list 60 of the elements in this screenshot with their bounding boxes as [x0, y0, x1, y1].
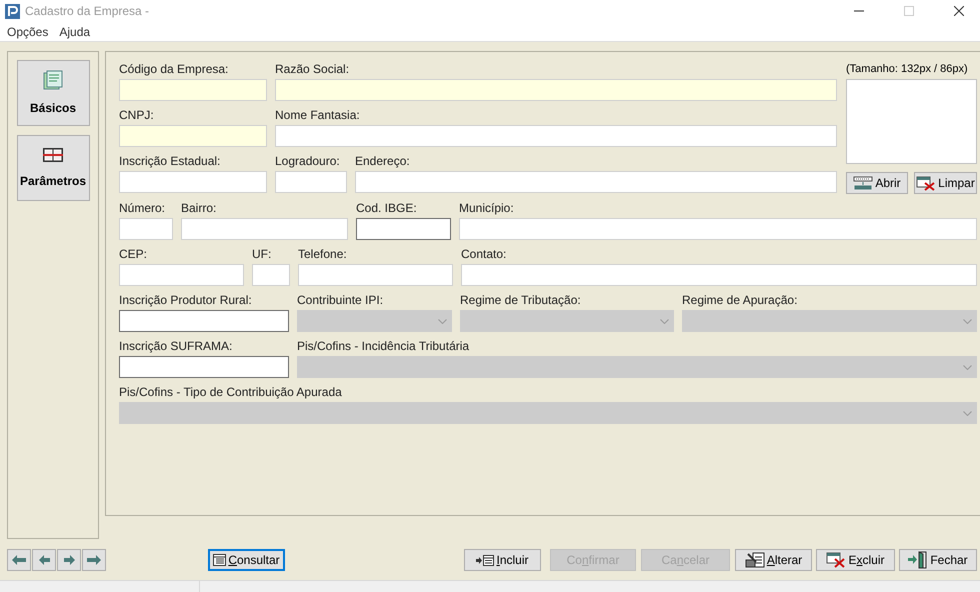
insert-row-icon [476, 554, 494, 566]
field-label: Contribuinte IPI: [297, 293, 384, 309]
right-arrow-icon [64, 555, 74, 565]
field-label: Município: [459, 201, 515, 217]
action-button[interactable]: Alterar [735, 549, 812, 571]
field-label: UF: [252, 247, 272, 263]
field-label: Razão Social: [275, 62, 350, 78]
document-stack-icon [42, 69, 64, 91]
input-field[interactable] [356, 218, 451, 240]
next-record-button[interactable] [57, 549, 81, 571]
field-label: CEP: [119, 247, 148, 263]
window-title: Cadastro da Empresa - [25, 3, 150, 20]
chevron-down-icon [963, 318, 972, 324]
field-label: Regime de Tributação: [460, 293, 582, 309]
menu-item[interactable]: Ajuda [59, 22, 90, 40]
clear-table-icon [916, 176, 936, 190]
field-label: Contato: [461, 247, 508, 263]
input-field[interactable] [119, 356, 289, 378]
field-label: Regime de Apuração: [682, 293, 798, 309]
close-icon[interactable] [954, 6, 964, 16]
sidebar-button[interactable]: Parâmetros [16, 135, 90, 201]
first-record-button[interactable] [7, 549, 31, 571]
chevron-down-icon [963, 364, 972, 370]
action-button[interactable]: Excluir [816, 549, 895, 571]
field-label: CNPJ: [119, 108, 155, 124]
app-icon [5, 4, 20, 18]
field-label: Endereço: [355, 154, 411, 170]
scanner-icon [853, 176, 874, 190]
action-button[interactable]: Fechar [899, 549, 977, 571]
maximize-icon [904, 6, 914, 16]
table-icon [213, 554, 226, 566]
field-label: Inscrição SUFRAMA: [119, 339, 234, 355]
size-caption: (Tamanho: 132px / 86px) [846, 62, 969, 77]
previous-record-button[interactable] [32, 549, 56, 571]
field-label: Cod. IBGE: [356, 201, 418, 217]
action-button[interactable]: Incluir [464, 549, 541, 571]
chevron-down-icon [660, 318, 669, 324]
field-label: Logradouro: [275, 154, 341, 170]
field-label: Telefone: [298, 247, 348, 263]
left-arrow-icon [38, 555, 50, 565]
logo-button[interactable]: Limpar [914, 172, 977, 194]
sidebar-button[interactable]: Básicos [16, 60, 90, 126]
field-label: Código da Empresa: [119, 62, 230, 78]
field-label: Inscrição Produtor Rural: [119, 293, 253, 309]
last-record-button[interactable] [82, 549, 106, 571]
field-label: Inscrição Estadual: [119, 154, 222, 170]
field-label: Pis/Cofins - Incidência Tributária [297, 339, 470, 355]
input-field[interactable] [119, 310, 289, 332]
field-label: Pis/Cofins - Tipo de Contribuição Apurada [119, 385, 343, 401]
field-label: Número: [119, 201, 166, 217]
edit-document-icon [744, 552, 765, 568]
chevron-down-icon [963, 410, 972, 416]
field-label: Nome Fantasia: [275, 108, 361, 124]
exit-door-icon [908, 551, 928, 569]
chevron-down-icon [438, 318, 447, 324]
action-button[interactable]: Consultar [208, 549, 285, 571]
delete-table-icon [826, 552, 846, 568]
logo-button[interactable]: Abrir [846, 172, 908, 194]
menu-item[interactable]: Opções [7, 22, 48, 40]
field-label: Bairro: [181, 201, 218, 217]
